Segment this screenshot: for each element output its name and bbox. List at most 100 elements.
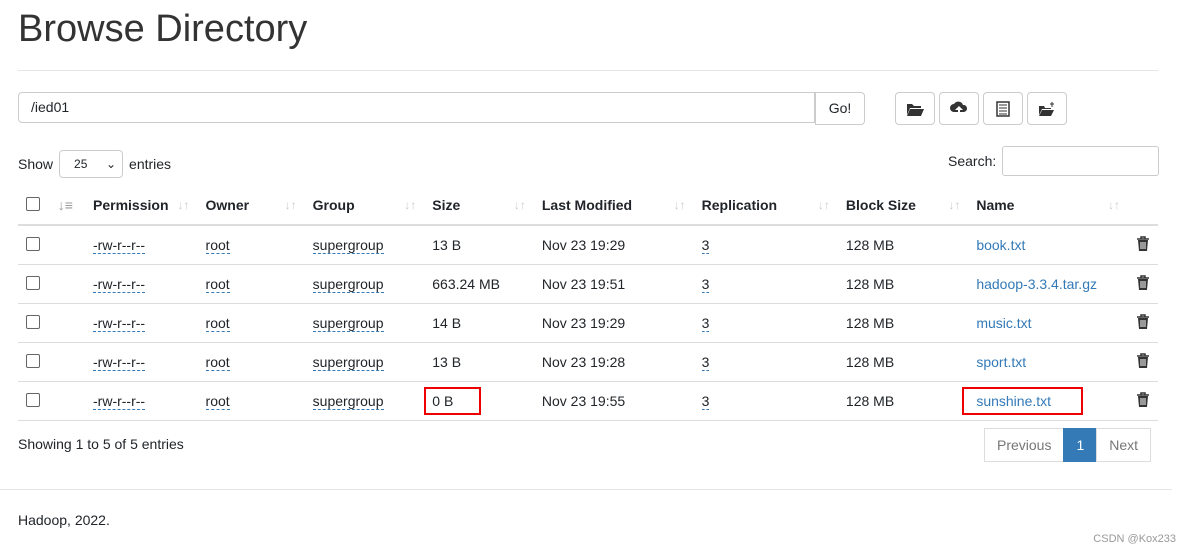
sort-icon: ↓↑ xyxy=(177,198,190,212)
column-header-owner[interactable]: Owner ↓↑ xyxy=(197,186,305,226)
owner[interactable]: root xyxy=(205,354,230,371)
path-input[interactable]: /ied01 xyxy=(18,92,815,123)
file-name-link[interactable]: book.txt xyxy=(976,237,1025,253)
table-row: -rw-r--r-- root supergroup 663.24 MB Nov… xyxy=(18,264,1158,304)
size: 663.24 MB xyxy=(432,276,500,292)
replication[interactable]: 3 xyxy=(701,315,710,332)
actions-header xyxy=(1128,186,1158,226)
sort-icon: ↓↑ xyxy=(513,198,526,212)
search-input[interactable] xyxy=(1002,146,1160,176)
list-alt-icon xyxy=(996,100,1010,117)
sort-icon[interactable]: ↓≡ xyxy=(49,186,86,226)
group[interactable]: supergroup xyxy=(312,237,384,254)
owner[interactable]: root xyxy=(205,393,230,410)
entries-value: 25 xyxy=(74,157,88,171)
next-button[interactable]: Next xyxy=(1096,428,1152,462)
size: 13 B xyxy=(432,354,462,370)
owner[interactable]: root xyxy=(205,315,230,332)
file-name-link[interactable]: sport.txt xyxy=(976,354,1026,370)
size: 13 B xyxy=(432,237,462,253)
column-label: Last Modified xyxy=(541,197,633,213)
group[interactable]: supergroup xyxy=(312,276,384,293)
column-label: Name xyxy=(976,197,1015,213)
replication[interactable]: 3 xyxy=(701,276,710,293)
permission[interactable]: -rw-r--r-- xyxy=(93,237,146,254)
column-label: Group xyxy=(312,197,355,213)
owner[interactable]: root xyxy=(205,276,230,293)
trash-icon[interactable] xyxy=(1136,274,1150,291)
column-header-permission[interactable]: Permission ↓↑ xyxy=(85,186,198,226)
sort-icon: ↓↑ xyxy=(404,198,417,212)
block-size: 128 MB xyxy=(845,315,895,331)
trash-icon[interactable] xyxy=(1136,352,1150,369)
column-label: Block Size xyxy=(845,197,916,213)
table-row: -rw-r--r-- root supergroup 0 B Nov 23 19… xyxy=(18,381,1158,421)
group[interactable]: supergroup xyxy=(312,354,384,371)
footer: Hadoop, 2022. xyxy=(18,512,110,528)
column-header-group[interactable]: Group ↓↑ xyxy=(304,186,425,226)
group[interactable]: supergroup xyxy=(312,393,384,410)
permission[interactable]: -rw-r--r-- xyxy=(93,276,146,293)
row-checkbox[interactable] xyxy=(26,275,40,290)
column-header-last-modified[interactable]: Last Modified ↓↑ xyxy=(533,186,694,226)
search-label: Search: xyxy=(948,153,997,169)
go-button[interactable]: Go! xyxy=(815,92,865,125)
column-header-size[interactable]: Size ↓↑ xyxy=(424,186,534,226)
column-header-replication[interactable]: Replication ↓↑ xyxy=(693,186,838,226)
last-modified: Nov 23 19:55 xyxy=(541,393,626,409)
move-button[interactable] xyxy=(1027,92,1067,125)
sort-icon: ↓↑ xyxy=(817,198,830,212)
select-all-checkbox[interactable] xyxy=(26,196,40,211)
replication[interactable]: 3 xyxy=(701,393,710,410)
watermark: CSDN @Kox233 xyxy=(1093,533,1176,545)
divider xyxy=(18,70,1158,71)
trash-icon[interactable] xyxy=(1136,391,1150,408)
trash-icon[interactable] xyxy=(1136,313,1150,330)
last-modified: Nov 23 19:29 xyxy=(541,315,626,331)
last-modified: Nov 23 19:29 xyxy=(541,237,626,253)
column-label: Replication xyxy=(701,197,778,213)
replication[interactable]: 3 xyxy=(701,354,710,371)
block-size: 128 MB xyxy=(845,237,895,253)
replication[interactable]: 3 xyxy=(701,237,710,254)
upload-button[interactable] xyxy=(939,92,979,125)
row-checkbox[interactable] xyxy=(26,353,40,368)
page-1-button[interactable]: 1 xyxy=(1063,428,1098,462)
row-checkbox[interactable] xyxy=(26,236,40,251)
row-checkbox[interactable] xyxy=(26,392,40,407)
group[interactable]: supergroup xyxy=(312,315,384,332)
block-size: 128 MB xyxy=(845,276,895,292)
column-header-name[interactable]: Name ↓↑ xyxy=(968,186,1128,226)
size: 0 B xyxy=(424,387,482,415)
trash-icon[interactable] xyxy=(1136,235,1150,252)
page-title: Browse Directory xyxy=(18,8,308,50)
table-row: -rw-r--r-- root supergroup 14 B Nov 23 1… xyxy=(18,303,1158,343)
column-label: Owner xyxy=(205,197,250,213)
folder-move-icon xyxy=(1039,101,1054,116)
view-button[interactable] xyxy=(983,92,1023,125)
cloud-upload-icon xyxy=(950,101,968,116)
search: Search: xyxy=(948,146,1160,176)
block-size: 128 MB xyxy=(845,393,895,409)
pagination: Previous 1 Next xyxy=(984,428,1152,462)
sort-icon: ↓↑ xyxy=(284,198,297,212)
block-size: 128 MB xyxy=(845,354,895,370)
show-label: Show xyxy=(18,156,54,172)
file-name-link[interactable]: hadoop-3.3.4.tar.gz xyxy=(976,276,1097,292)
file-name-link[interactable]: music.txt xyxy=(976,315,1031,331)
permission[interactable]: -rw-r--r-- xyxy=(93,354,146,371)
permission[interactable]: -rw-r--r-- xyxy=(93,315,146,332)
permission[interactable]: -rw-r--r-- xyxy=(93,393,146,410)
owner[interactable]: root xyxy=(205,237,230,254)
create-directory-button[interactable] xyxy=(895,92,935,125)
previous-button[interactable]: Previous xyxy=(984,428,1065,462)
file-name-link[interactable]: sunshine.txt xyxy=(962,387,1084,415)
folder-open-icon xyxy=(907,103,924,116)
entries-select[interactable]: 25 ⌄ xyxy=(59,150,124,178)
size: 14 B xyxy=(432,315,462,331)
table-info: Showing 1 to 5 of 5 entries xyxy=(18,436,184,452)
sort-icon: ↓↑ xyxy=(948,198,961,212)
last-modified: Nov 23 19:51 xyxy=(541,276,626,292)
row-checkbox[interactable] xyxy=(26,314,40,329)
column-header-block-size[interactable]: Block Size ↓↑ xyxy=(837,186,969,226)
